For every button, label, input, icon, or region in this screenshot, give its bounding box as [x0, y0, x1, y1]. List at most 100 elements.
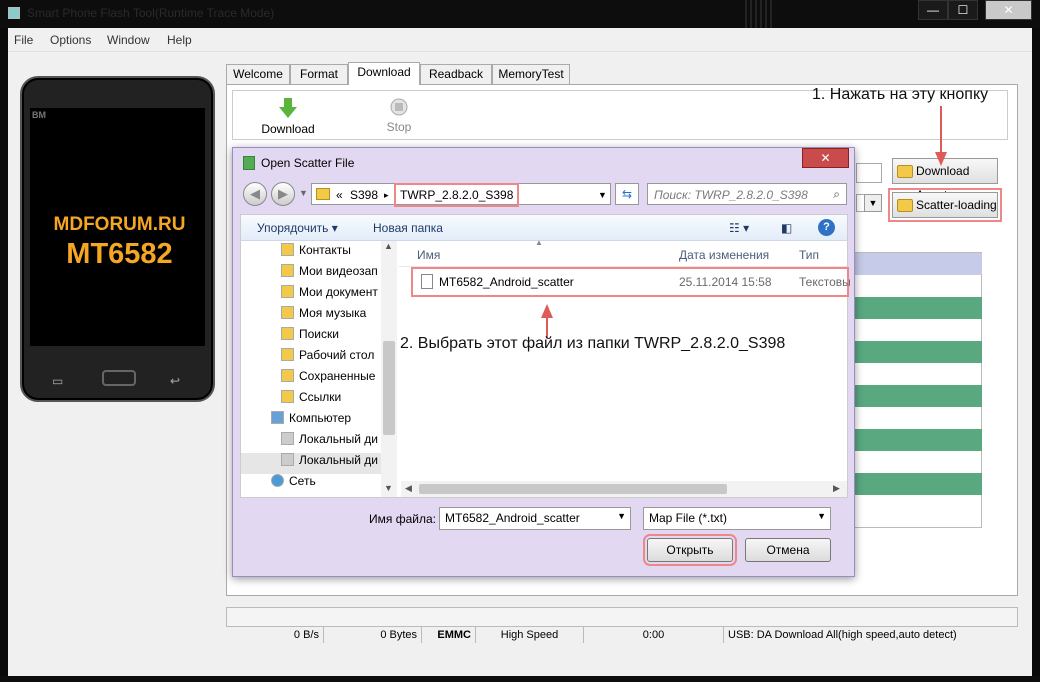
history-dropdown-icon[interactable]: ▼: [299, 188, 308, 198]
tree-item-links[interactable]: Ссылки: [281, 390, 341, 411]
search-input[interactable]: Поиск: TWRP_2.8.2.0_S398 ⌕: [647, 183, 847, 205]
folder-icon: [281, 390, 294, 403]
help-icon[interactable]: ?: [818, 219, 835, 236]
filename-dropdown-icon[interactable]: ▼: [617, 511, 626, 521]
table-row[interactable]: [851, 429, 982, 451]
breadcrumb-parent[interactable]: S398: [350, 188, 378, 202]
filename-input[interactable]: MT6582_Android_scatter ▼: [439, 507, 631, 530]
drive-icon: [281, 432, 294, 445]
table-row[interactable]: [851, 341, 982, 363]
menu-file[interactable]: File: [14, 33, 33, 47]
tree-item-saved-games[interactable]: Сохраненные: [281, 369, 375, 390]
maximize-button[interactable]: ☐: [948, 0, 978, 20]
filename-value: MT6582_Android_scatter: [445, 511, 580, 525]
tree-scrollbar[interactable]: ▲ ▼: [381, 241, 397, 497]
status-time: 0:00: [584, 627, 724, 643]
breadcrumb-separator-icon[interactable]: ▸: [384, 190, 389, 201]
annotation-step-2: 2. Выбрать этот файл из папки TWRP_2.8.2…: [400, 335, 786, 352]
minimize-button[interactable]: —: [918, 0, 948, 20]
table-row[interactable]: [851, 297, 982, 319]
table-row[interactable]: [851, 385, 982, 407]
menu-help[interactable]: Help: [167, 33, 192, 47]
file-list-scroll-thumb[interactable]: [419, 484, 727, 494]
annotation-arrow-2-head: [541, 304, 553, 318]
table-row[interactable]: [851, 275, 982, 297]
tree-item-music[interactable]: Моя музыка: [281, 306, 366, 327]
dialog-app-icon: [243, 156, 255, 170]
scroll-right-icon[interactable]: ▶: [833, 483, 840, 494]
file-modified: 25.11.2014 15:58: [679, 275, 772, 289]
dialog-title: Open Scatter File: [261, 156, 355, 170]
folder-icon: [281, 264, 294, 277]
back-arrow-icon[interactable]: ◀: [243, 182, 267, 206]
status-bytes: 0 Bytes: [324, 627, 422, 643]
annotation-step-1: 1. Нажать на эту кнопку: [812, 86, 989, 103]
table-row[interactable]: [851, 319, 982, 341]
tab-welcome[interactable]: Welcome: [226, 64, 290, 84]
file-type-select[interactable]: Map File (*.txt) ▼: [643, 507, 831, 530]
menu-window[interactable]: Window: [107, 33, 150, 47]
drive-icon: [281, 453, 294, 466]
dialog-close-button[interactable]: ✕: [802, 148, 849, 168]
tree-item-searches[interactable]: Поиски: [281, 327, 339, 348]
table-row[interactable]: [851, 473, 982, 495]
scatter-loading-label: Scatter-loading: [916, 198, 997, 212]
tab-memorytest[interactable]: MemoryTest: [492, 64, 570, 84]
tab-readback[interactable]: Readback: [420, 64, 492, 84]
tree-item-local-disk-d[interactable]: Локальный ди: [241, 453, 381, 474]
status-mode: High Speed: [476, 627, 584, 643]
column-modified[interactable]: Дата изменения: [679, 248, 769, 262]
tree-item-network[interactable]: Сеть: [271, 474, 316, 495]
status-info: USB: DA Download All(high speed,auto det…: [728, 629, 957, 641]
new-folder-button[interactable]: Новая папка: [373, 221, 443, 235]
tree-item-computer[interactable]: Компьютер: [271, 411, 351, 432]
file-name: MT6582_Android_scatter: [439, 275, 574, 289]
phone-site-label: MDFORUM.RU: [53, 214, 186, 235]
column-type[interactable]: Тип: [799, 248, 819, 262]
address-dropdown-icon[interactable]: ▼: [598, 190, 607, 200]
file-type-dropdown-icon[interactable]: ▼: [817, 511, 826, 521]
agent-path-field[interactable]: [856, 163, 882, 183]
partition-table-header: [851, 253, 982, 275]
view-options-icon[interactable]: ☷ ▾: [729, 221, 749, 235]
refresh-icon[interactable]: ⇆: [615, 183, 639, 205]
tree-item-videos[interactable]: Мои видеозап: [281, 264, 378, 285]
open-button[interactable]: Открыть: [643, 534, 737, 566]
address-bar[interactable]: « S398 ▸ TWRP_2.8.2.0_S398 ▼: [311, 183, 611, 207]
breadcrumb-current[interactable]: TWRP_2.8.2.0_S398: [393, 183, 520, 207]
tree-item-desktop[interactable]: Рабочий стол: [281, 348, 374, 369]
tree-item-documents[interactable]: Мои документ: [281, 285, 378, 306]
table-row[interactable]: [851, 407, 982, 429]
status-speed: 0 B/s: [226, 627, 324, 643]
scatter-dropdown-arrow-icon[interactable]: ▼: [864, 194, 882, 212]
file-row-scatter[interactable]: MT6582_Android_scatter 25.11.2014 15:58 …: [411, 267, 851, 297]
scatter-loading-button[interactable]: Scatter-loading: [888, 188, 1002, 222]
scroll-left-icon[interactable]: ◀: [405, 483, 412, 494]
download-tool-label: Download: [261, 122, 315, 136]
phone-home-key: [102, 370, 136, 386]
tree-scroll-thumb[interactable]: [383, 341, 395, 435]
preview-pane-icon[interactable]: ◧: [781, 221, 792, 235]
scroll-up-icon[interactable]: ▲: [384, 241, 393, 251]
column-name[interactable]: Имя: [417, 248, 440, 262]
breadcrumb-overflow[interactable]: «: [336, 188, 343, 202]
tab-download[interactable]: Download: [348, 62, 420, 85]
tree-item-local-disk-c[interactable]: Локальный ди: [281, 432, 378, 453]
menu-options[interactable]: Options: [50, 33, 91, 47]
organize-button[interactable]: Упорядочить ▾: [257, 221, 338, 235]
table-row[interactable]: [851, 451, 982, 473]
table-row[interactable]: [851, 495, 982, 517]
network-icon: [271, 474, 284, 487]
file-type: Текстовы: [799, 275, 851, 289]
forward-arrow-icon[interactable]: ▶: [271, 182, 295, 206]
tab-format[interactable]: Format: [290, 64, 348, 84]
file-type-value: Map File (*.txt): [649, 511, 728, 525]
download-tool-button[interactable]: Download: [253, 97, 323, 136]
file-list-hscrollbar[interactable]: ◀ ▶: [401, 481, 847, 497]
scroll-down-icon[interactable]: ▼: [384, 483, 393, 493]
stop-tool-button[interactable]: Stop: [364, 97, 434, 134]
close-button[interactable]: ✕: [985, 0, 1032, 20]
tree-item-contacts[interactable]: Контакты: [281, 243, 351, 264]
table-row[interactable]: [851, 363, 982, 385]
cancel-button[interactable]: Отмена: [745, 538, 831, 562]
